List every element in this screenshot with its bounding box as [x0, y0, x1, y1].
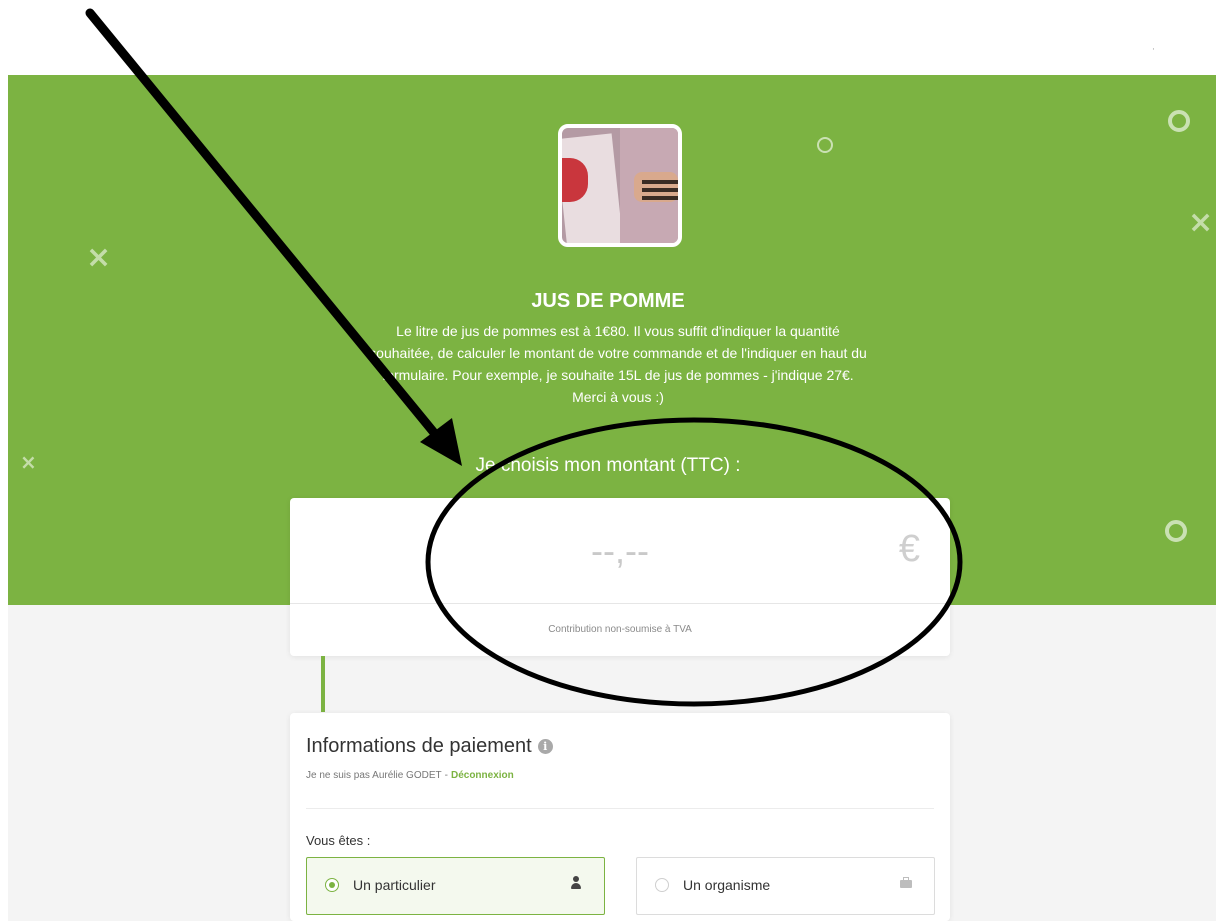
radio-organization[interactable]: [655, 878, 669, 892]
option-individual-label: Un particulier: [353, 877, 436, 893]
payment-info-title: Informations de paiement i: [306, 735, 553, 758]
separator: -: [444, 770, 448, 781]
option-individual[interactable]: Un particulier: [306, 857, 605, 915]
divider: [306, 808, 934, 809]
you-are-label: Vous êtes :: [306, 833, 371, 848]
logout-link[interactable]: Déconnexion: [451, 770, 514, 781]
vat-note: Contribution non-soumise à TVA: [548, 624, 692, 635]
project-title: JUS DE POMME: [531, 290, 685, 312]
not-me-text: Je ne suis pas Aurélie GODET: [306, 770, 442, 781]
amount-label: Je choisis mon montant (TTC) :: [475, 455, 741, 476]
info-icon[interactable]: i: [537, 739, 553, 754]
briefcase-icon: [900, 876, 912, 890]
option-organization[interactable]: Un organisme: [636, 857, 935, 915]
decor-circle-icon: [1165, 520, 1187, 542]
amount-card: € Contribution non-soumise à TVA: [290, 498, 950, 656]
decor-circle-icon: [817, 137, 833, 153]
decor-dot: ·: [1152, 45, 1155, 55]
option-organization-label: Un organisme: [683, 877, 771, 893]
decor-cross-icon: ×: [86, 240, 112, 275]
decor-cross-icon: ×: [1188, 205, 1214, 240]
user-icon: [570, 876, 582, 890]
payment-info-card: Informations de paiement i Je ne suis pas…: [290, 713, 950, 921]
project-image: [558, 124, 682, 247]
radio-individual[interactable]: [325, 878, 339, 892]
euro-icon: €: [898, 528, 920, 570]
account-line: Je ne suis pas Aurélie GODET - Déconnexion: [306, 770, 514, 781]
amount-input[interactable]: [290, 498, 950, 604]
decor-circle-icon: [1168, 110, 1190, 132]
project-description: Le litre de jus de pommes est à 1€80. Il…: [369, 323, 867, 405]
payment-info-title-text: Informations de paiement: [306, 735, 532, 757]
step-connector: [321, 656, 325, 712]
